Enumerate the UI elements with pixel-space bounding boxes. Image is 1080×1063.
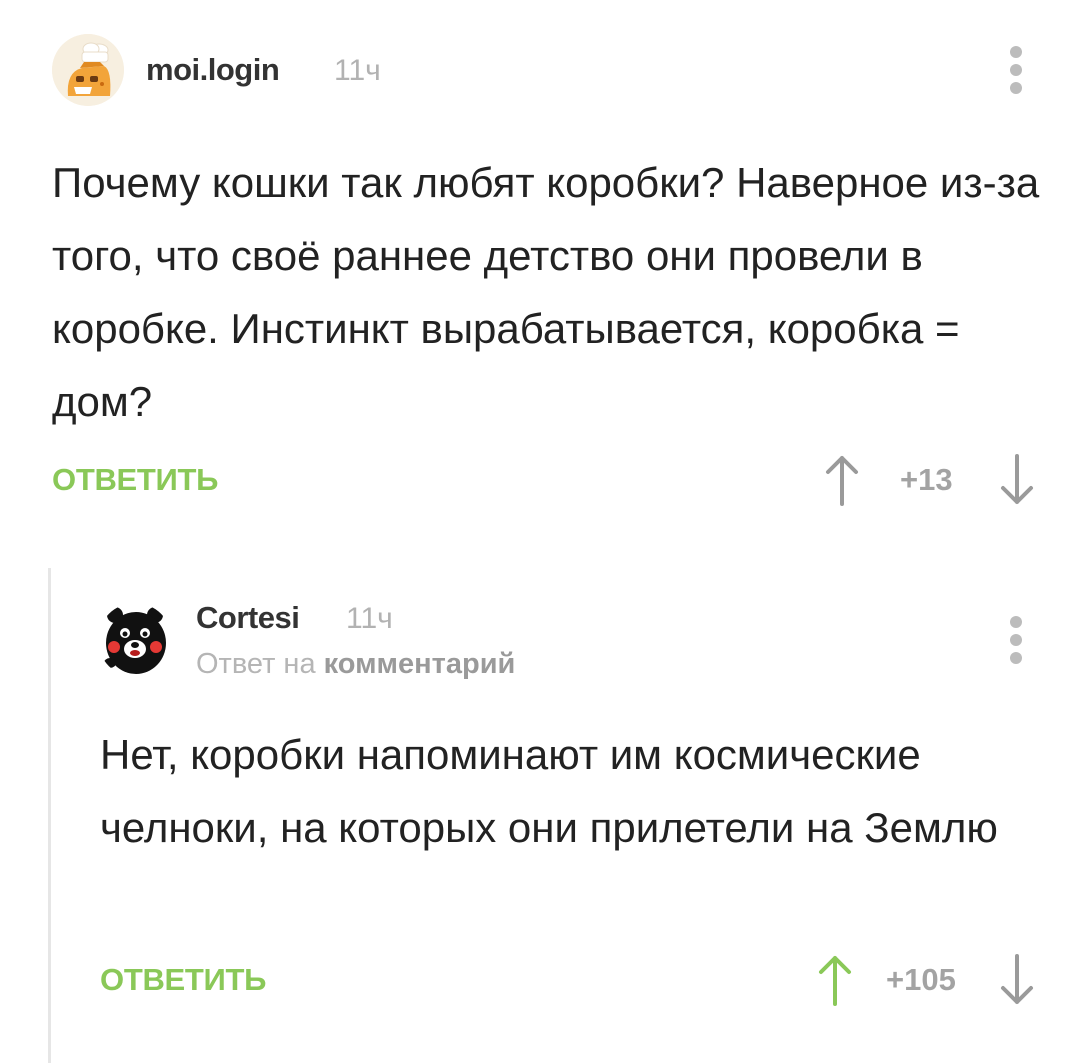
kumamon-bear-avatar-icon: [98, 603, 172, 677]
chef-cookie-avatar-icon: [52, 34, 124, 106]
vote-score: +13: [900, 462, 953, 497]
reply-button[interactable]: ОТВЕТИТЬ: [100, 962, 266, 998]
user-avatar[interactable]: [52, 34, 124, 106]
reply-to-comment-link[interactable]: комментарий: [324, 648, 516, 680]
comment-1: moi.login 11ч Почему кошки так любят кор…: [0, 0, 1080, 540]
comment-time: 11ч: [334, 54, 381, 87]
comment-text: Нет, коробки напоминают им космические ч…: [100, 731, 998, 851]
vote-score: +105: [886, 962, 956, 997]
comment-author[interactable]: Cortesi: [196, 600, 300, 636]
comment-text: Почему кошки так любят коробки? Наверное…: [52, 159, 1040, 425]
more-options-icon[interactable]: [1009, 616, 1023, 666]
comment-time: 11ч: [346, 602, 393, 635]
user-avatar[interactable]: [98, 603, 172, 677]
reply-button[interactable]: ОТВЕТИТЬ: [52, 462, 218, 498]
reply-to-line: Ответ на комментарий: [196, 648, 515, 681]
downvote-arrow-icon[interactable]: [997, 452, 1037, 508]
more-options-icon[interactable]: [1009, 46, 1023, 96]
reply-to-prefix: Ответ на: [196, 648, 316, 680]
comment-author[interactable]: moi.login: [146, 52, 280, 88]
downvote-arrow-icon[interactable]: [997, 952, 1037, 1008]
upvote-arrow-icon[interactable]: [815, 952, 855, 1008]
upvote-arrow-icon[interactable]: [822, 452, 862, 508]
